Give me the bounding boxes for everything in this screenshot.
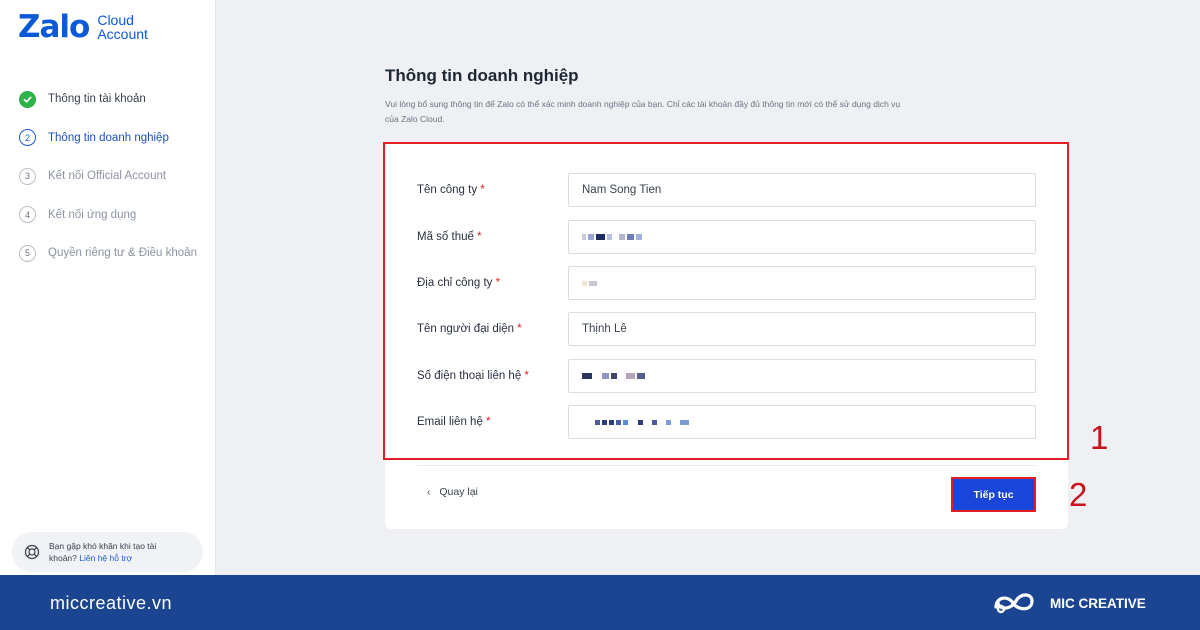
phone-label: Số điện thoại liên hệ * [417,370,529,382]
step-connect-app[interactable]: 4 Kết nối ứng dụng [19,205,197,225]
mic-creative-logo: MIC CREATIVE [992,589,1146,617]
company-address-row: Địa chỉ công ty * [417,266,1036,300]
redacted-value [582,373,647,379]
footer-site: miccreative.vn [50,593,173,613]
step-account-info[interactable]: Thông tin tài khoản [19,89,197,109]
step-number: 4 [19,206,36,223]
logo-subtitle: Cloud Account [97,13,148,41]
step-number: 2 [19,129,36,146]
logo-brand: Zalo [18,9,90,45]
footer-brand-name: MIC CREATIVE [1050,595,1146,611]
page-description: Vui lòng bổ sung thông tin để Zalo có th… [385,97,1075,127]
tax-code-input[interactable] [568,220,1036,254]
redacted-value [582,419,691,425]
representative-row: Tên người đại diện * Thịnh Lê [417,312,1036,346]
zalo-cloud-logo[interactable]: Zalo Cloud Account [18,10,148,44]
step-label: Kết nối Official Account [48,170,167,182]
help-text: Bạn gặp khó khăn khi tạo tài khoản? Liên… [49,540,156,564]
annotation-number-1: 1 [1090,419,1109,456]
form-divider [417,465,1036,466]
help-box: Bạn gặp khó khăn khi tạo tài khoản? Liên… [12,532,203,572]
step-number: 5 [19,244,36,262]
help-text-line2: khoản? [49,553,77,563]
sidebar: Zalo Cloud Account Thông tin tài khoản 2… [0,0,216,575]
step-privacy-terms[interactable]: 5 Quyền riêng tư & Điều khoản [19,243,197,263]
step-label: Thông tin tài khoản [48,93,146,105]
company-address-input[interactable] [568,266,1036,300]
mic-logo-icon [994,593,1034,614]
step-connect-oa[interactable]: 3 Kết nối Official Account [19,166,197,186]
check-icon [19,90,36,108]
step-label: Kết nối ứng dụng [48,208,137,221]
representative-input[interactable]: Thịnh Lê [568,312,1036,346]
stepper: Thông tin tài khoản 2 Thông tin doanh ng… [19,89,197,282]
step-number: 3 [19,167,36,185]
footer-banner: miccreative.vn MIC CREATIVE [0,575,1200,630]
page-title: Thông tin doanh nghiệp [385,66,579,85]
description-line1: Vui lòng bổ sung thông tin để Zalo có th… [385,99,901,109]
company-name-label: Tên công ty * [417,184,485,196]
description-line2: của Zalo Cloud. [385,114,445,124]
continue-button[interactable]: Tiếp tục [951,477,1036,512]
company-name-value: Nam Song Tien [582,184,662,196]
chevron-left-icon: ‹ [427,486,431,498]
representative-label: Tên người đại diện * [417,323,522,335]
tax-code-row: Mã số thuế * [417,220,1036,254]
contact-support-link[interactable]: Liên hệ hỗ trợ [79,553,132,563]
phone-row: Số điện thoại liên hệ * [417,359,1036,393]
logo-sub-line2: Account [97,26,148,42]
lifebuoy-icon [24,544,40,560]
company-address-label: Địa chỉ công ty * [417,277,501,289]
company-name-input[interactable]: Nam Song Tien [568,173,1036,207]
back-button[interactable]: ‹ Quay lại [427,486,478,498]
email-input[interactable] [568,405,1036,439]
phone-input[interactable] [568,359,1036,393]
step-label: Quyền riêng tư & Điều khoản [48,247,197,259]
annotation-number-2: 2 [1069,476,1088,513]
tax-code-label: Mã số thuế * [417,231,482,243]
redacted-value [582,280,599,286]
back-label: Quay lại [439,486,478,498]
step-label: Thông tin doanh nghiệp [48,131,169,144]
email-row: Email liên hệ * [417,405,1036,439]
step-business-info[interactable]: 2 Thông tin doanh nghiệp [19,128,197,148]
company-name-row: Tên công ty * Nam Song Tien [417,173,1036,207]
help-text-line1: Bạn gặp khó khăn khi tạo tài [49,541,157,551]
redacted-value [582,234,644,240]
email-label: Email liên hệ * [417,416,491,428]
representative-value: Thịnh Lê [582,323,627,335]
